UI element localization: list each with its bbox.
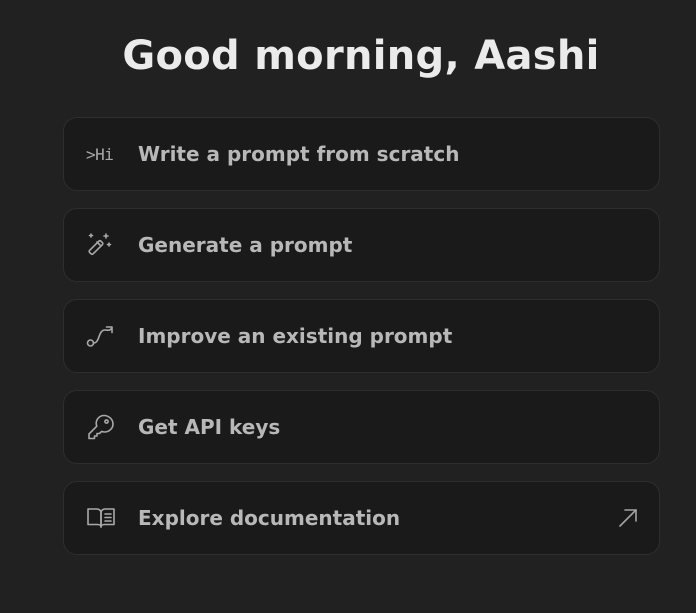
prompt-terminal-icon: >Hi [86, 144, 114, 164]
curved-arrow-icon [86, 321, 118, 351]
write-prompt-card[interactable]: >Hi Write a prompt from scratch [63, 117, 660, 191]
external-link-arrow-icon [617, 507, 639, 529]
improve-prompt-label: Improve an existing prompt [138, 324, 453, 348]
get-api-keys-card[interactable]: Get API keys [63, 390, 660, 464]
magic-wand-icon [86, 230, 118, 260]
quick-actions-list: >Hi Write a prompt from scratch Generate… [63, 117, 660, 572]
generate-prompt-label: Generate a prompt [138, 233, 353, 257]
home-screen: Good morning, Aashi >Hi Write a prompt f… [0, 0, 696, 613]
key-icon [86, 412, 118, 442]
generate-prompt-card[interactable]: Generate a prompt [63, 208, 660, 282]
improve-prompt-card[interactable]: Improve an existing prompt [63, 299, 660, 373]
explore-documentation-card[interactable]: Explore documentation [63, 481, 660, 555]
get-api-keys-label: Get API keys [138, 415, 281, 439]
greeting-heading: Good morning, Aashi [122, 33, 600, 79]
write-prompt-label: Write a prompt from scratch [138, 142, 460, 166]
explore-documentation-label: Explore documentation [138, 506, 401, 530]
open-book-icon [86, 503, 118, 533]
